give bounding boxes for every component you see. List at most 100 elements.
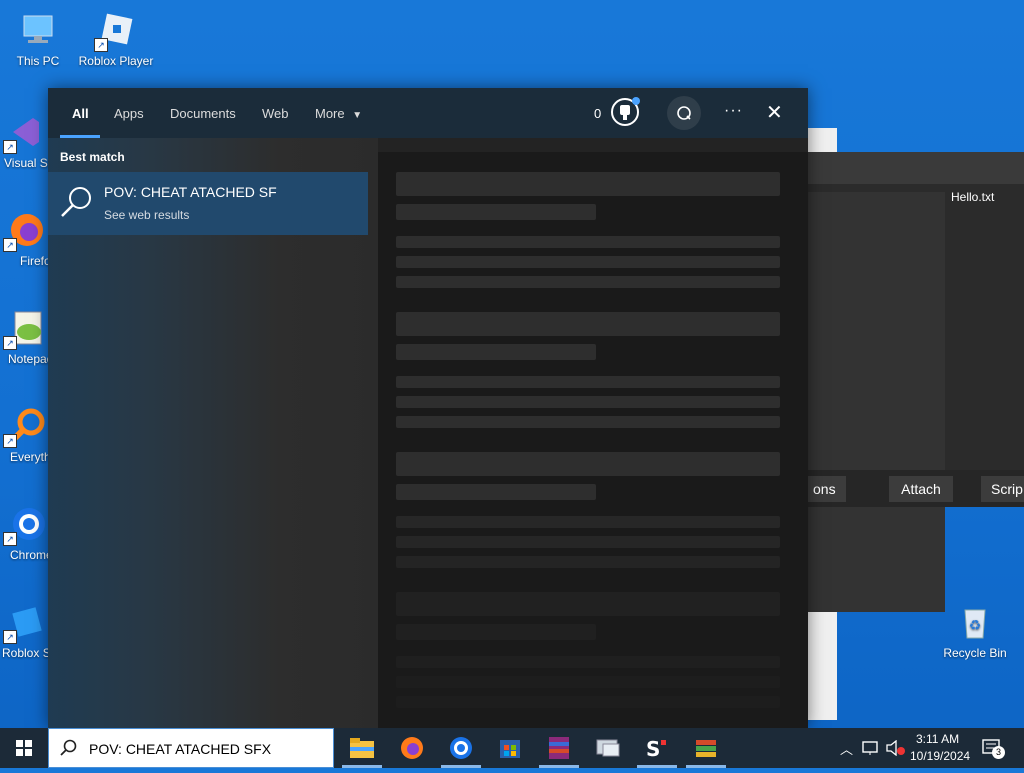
desktop-icon-visual-studio[interactable]: ↗ Visual Studio 2017 — [0, 112, 50, 170]
chrome-icon: ↗ — [3, 504, 45, 546]
shortcut-arrow-icon: ↗ — [94, 38, 108, 52]
user-account-button[interactable] — [667, 96, 701, 130]
chevron-up-icon[interactable]: ︿ — [840, 739, 853, 758]
shortcut-arrow-icon: ↗ — [3, 434, 17, 448]
clock-date[interactable]: 10/19/2024 — [910, 749, 970, 763]
desktop-icon-firefox[interactable]: ↗ Firefox — [0, 210, 50, 268]
loading-placeholder — [396, 676, 780, 688]
svg-text:S: S — [646, 737, 660, 761]
start-button[interactable] — [0, 728, 48, 768]
desktop-icon-chrome[interactable]: ↗ Chrome — [0, 504, 50, 562]
volume-muted-icon[interactable] — [886, 739, 906, 761]
loading-placeholder — [396, 256, 780, 268]
loading-placeholder — [396, 276, 780, 288]
chevron-down-icon: ▼ — [352, 110, 363, 121]
loading-placeholder — [396, 396, 780, 408]
desktop-icon-recycle-bin[interactable]: ♻ Recycle Bin — [936, 602, 1014, 660]
everything-search-icon: ↗ — [3, 406, 45, 448]
desktop-icon-everything[interactable]: ↗ Everything — [0, 406, 50, 464]
attach-button[interactable]: Attach — [889, 476, 953, 502]
shortcut-arrow-icon: ↗ — [3, 238, 17, 252]
search-icon — [58, 184, 94, 225]
loading-placeholder — [396, 452, 780, 476]
shortcut-arrow-icon: ↗ — [3, 630, 17, 644]
desktop-icon-label: This PC — [16, 54, 60, 68]
preview-pane-loading — [378, 152, 808, 728]
result-title: POV: CHEAT ATACHED SF — [104, 184, 277, 200]
loading-placeholder — [396, 656, 780, 668]
firefox-icon: ↗ — [3, 210, 45, 252]
desktop-icon-label: Notepad++ — [8, 352, 50, 366]
search-icon — [59, 739, 77, 762]
search-tabs-bar: All Apps Documents Web More ▼ 0 ··· ✕ — [48, 88, 808, 138]
search-input[interactable] — [87, 737, 331, 761]
desktop-icon-label: Everything — [10, 450, 50, 464]
loading-placeholder — [396, 624, 596, 640]
background-app-window: Hello.txt ons Attach Scrip — [803, 152, 1024, 612]
shortcut-arrow-icon: ↗ — [3, 532, 17, 546]
firefox-icon[interactable] — [398, 734, 426, 762]
rewards-count: 0 — [594, 106, 602, 121]
clock-time[interactable]: 3:11 AM — [916, 732, 959, 746]
loading-placeholder — [396, 312, 780, 336]
visual-studio-icon: ↗ — [3, 112, 45, 154]
script-hub-button[interactable]: Scrip — [981, 476, 1024, 502]
loading-placeholder — [396, 204, 596, 220]
taskbar-search-box[interactable] — [48, 728, 334, 768]
notepad-plus-plus-icon: ↗ — [3, 308, 45, 350]
this-pc-icon — [18, 10, 58, 50]
action-center-icon[interactable]: 3 — [982, 738, 1005, 759]
books-app-icon[interactable] — [692, 734, 720, 762]
active-tab-indicator — [60, 135, 100, 138]
tab-more-label: More — [315, 106, 345, 121]
desktop-icon-label: Recycle Bin — [943, 646, 1007, 660]
file-tab[interactable]: Hello.txt — [951, 190, 994, 204]
loading-placeholder — [396, 516, 780, 528]
desktop-icon-this-pc[interactable]: This PC — [0, 10, 76, 68]
loading-placeholder — [396, 236, 780, 248]
roblox-icon: ↗ — [94, 10, 136, 52]
roblox-studio-icon: ↗ — [3, 602, 45, 644]
best-match-result[interactable]: POV: CHEAT ATACHED SF See web results — [48, 172, 368, 235]
tab-all[interactable]: All — [72, 106, 89, 121]
file-explorer-icon[interactable] — [348, 734, 376, 762]
remote-desktop-icon[interactable] — [594, 734, 622, 762]
loading-placeholder — [396, 416, 780, 428]
windows-logo-icon — [16, 740, 32, 756]
tab-documents[interactable]: Documents — [170, 106, 236, 121]
tab-more[interactable]: More ▼ — [315, 106, 362, 121]
microsoft-store-icon[interactable] — [496, 734, 524, 762]
action-button-row: ons Attach Scrip — [803, 470, 1024, 507]
rewards-trophy-icon[interactable] — [610, 97, 640, 127]
loading-placeholder — [396, 592, 780, 616]
tab-apps[interactable]: Apps — [114, 106, 144, 121]
network-icon[interactable] — [862, 740, 880, 761]
script-editor[interactable] — [805, 192, 945, 612]
chrome-icon[interactable] — [447, 734, 475, 762]
desktop-icon-roblox-player[interactable]: ↗ Roblox Player — [78, 10, 154, 68]
user-q-icon — [677, 106, 691, 120]
desktop-icon-label: Visual Studio 2017 — [4, 156, 50, 170]
more-options-icon[interactable]: ··· — [724, 102, 743, 120]
tab-web[interactable]: Web — [262, 106, 289, 121]
desktop-icon-label: Roblox Player — [78, 54, 154, 68]
best-match-heading: Best match — [60, 150, 125, 164]
recycle-bin-icon: ♻ — [955, 602, 995, 642]
synapse-icon[interactable]: S — [643, 734, 671, 762]
loading-placeholder — [396, 536, 780, 548]
winrar-icon[interactable] — [545, 734, 573, 762]
desktop-icon-notepad-plus-plus[interactable]: ↗ Notepad++ — [0, 308, 50, 366]
loading-placeholder — [396, 696, 780, 708]
shortcut-arrow-icon: ↗ — [3, 140, 17, 154]
loading-placeholder — [396, 344, 596, 360]
loading-placeholder — [396, 484, 596, 500]
desktop-icon-label: Firefox — [20, 254, 50, 268]
loading-placeholder — [396, 376, 780, 388]
desktop-icon-label: Chrome — [10, 548, 50, 562]
desktop-icon-roblox-studio[interactable]: ↗ Roblox Studio — [0, 602, 50, 660]
close-icon[interactable]: ✕ — [766, 100, 783, 125]
taskbar: S ︿ 3:11 AM 10/19/2024 3 — [0, 728, 1024, 768]
options-button[interactable]: ons — [803, 476, 846, 502]
windows-search-panel: All Apps Documents Web More ▼ 0 ··· ✕ Be… — [48, 88, 808, 728]
result-subtitle: See web results — [104, 208, 190, 222]
